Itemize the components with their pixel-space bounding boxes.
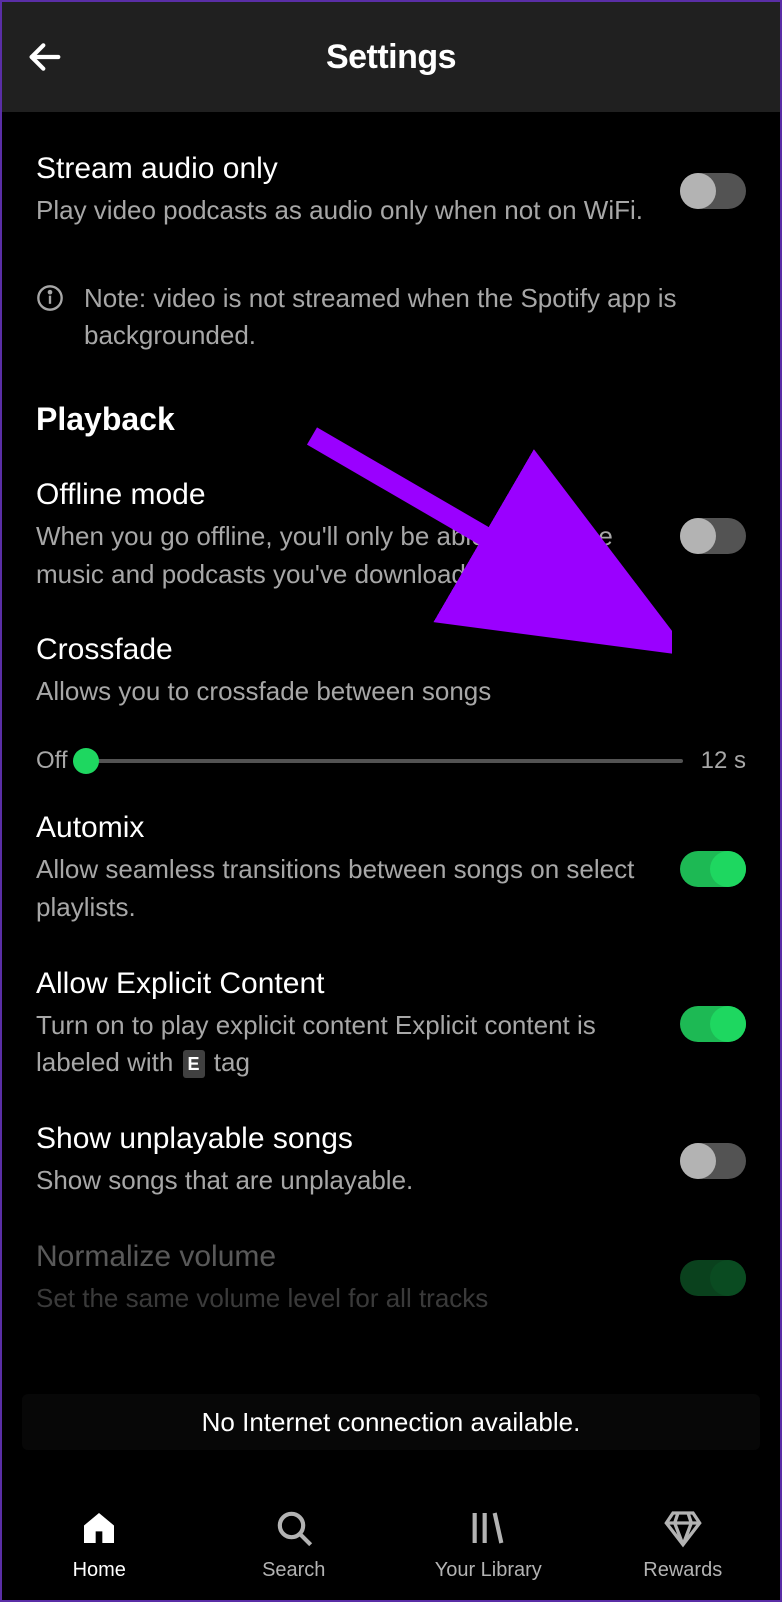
nav-library[interactable]: Your Library [391, 1505, 586, 1582]
toggle-automix[interactable] [680, 851, 746, 887]
slider-max-label: 12 s [701, 747, 746, 775]
page-title: Settings [2, 38, 780, 77]
setting-desc: Turn on to play explicit content Explici… [36, 1007, 650, 1082]
setting-stream-audio-only[interactable]: Stream audio only Play video podcasts as… [36, 112, 746, 250]
crossfade-slider[interactable] [86, 759, 683, 763]
setting-show-unplayable[interactable]: Show unplayable songs Show songs that ar… [36, 1102, 746, 1220]
setting-automix[interactable]: Automix Allow seamless transitions betwe… [36, 791, 746, 946]
crossfade-slider-row: Off 12 s [36, 747, 746, 775]
toggle-normalize[interactable] [680, 1260, 746, 1296]
setting-allow-explicit[interactable]: Allow Explicit Content Turn on to play e… [36, 947, 746, 1102]
home-icon [76, 1505, 122, 1551]
info-note: Note: video is not streamed when the Spo… [36, 280, 746, 355]
setting-title: Crossfade [36, 633, 746, 667]
setting-title: Normalize volume [36, 1240, 650, 1274]
nav-label: Home [73, 1559, 126, 1582]
nav-rewards[interactable]: Rewards [586, 1505, 781, 1582]
setting-normalize-volume[interactable]: Normalize volume Set the same volume lev… [36, 1220, 746, 1338]
explicit-tag-icon: E [183, 1050, 205, 1078]
back-button[interactable] [20, 32, 70, 82]
setting-desc: Allows you to crossfade between songs [36, 673, 746, 711]
setting-desc: Play video podcasts as audio only when n… [36, 192, 650, 230]
setting-desc: Show songs that are unplayable. [36, 1162, 650, 1200]
toast-no-internet: No Internet connection available. [22, 1394, 760, 1450]
info-text: Note: video is not streamed when the Spo… [84, 280, 746, 355]
setting-crossfade: Crossfade Allows you to crossfade betwee… [36, 613, 746, 775]
library-icon [465, 1505, 511, 1551]
section-header-playback: Playback [36, 401, 746, 438]
setting-title: Show unplayable songs [36, 1122, 650, 1156]
header: Settings [2, 2, 780, 112]
toggle-unplayable[interactable] [680, 1143, 746, 1179]
slider-min-label: Off [36, 747, 68, 775]
setting-desc: Allow seamless transitions between songs… [36, 851, 650, 926]
nav-label: Search [262, 1559, 325, 1582]
toggle-stream-audio[interactable] [680, 173, 746, 209]
nav-label: Rewards [643, 1559, 722, 1582]
diamond-icon [660, 1505, 706, 1551]
setting-title: Automix [36, 811, 650, 845]
arrow-left-icon [25, 37, 65, 77]
nav-home[interactable]: Home [2, 1505, 197, 1582]
settings-content: Stream audio only Play video podcasts as… [2, 112, 780, 1460]
toggle-explicit[interactable] [680, 1006, 746, 1042]
setting-desc: Set the same volume level for all tracks [36, 1280, 650, 1318]
setting-title: Stream audio only [36, 152, 650, 186]
setting-title: Offline mode [36, 478, 650, 512]
search-icon [271, 1505, 317, 1551]
nav-label: Your Library [435, 1559, 542, 1582]
bottom-nav: Home Search Your Library Rewards [2, 1460, 780, 1600]
info-icon [36, 284, 64, 312]
slider-thumb[interactable] [73, 748, 99, 774]
toggle-offline-mode[interactable] [680, 518, 746, 554]
setting-offline-mode[interactable]: Offline mode When you go offline, you'll… [36, 458, 746, 613]
setting-title: Allow Explicit Content [36, 967, 650, 1001]
nav-search[interactable]: Search [197, 1505, 392, 1582]
setting-desc: When you go offline, you'll only be able… [36, 518, 650, 593]
